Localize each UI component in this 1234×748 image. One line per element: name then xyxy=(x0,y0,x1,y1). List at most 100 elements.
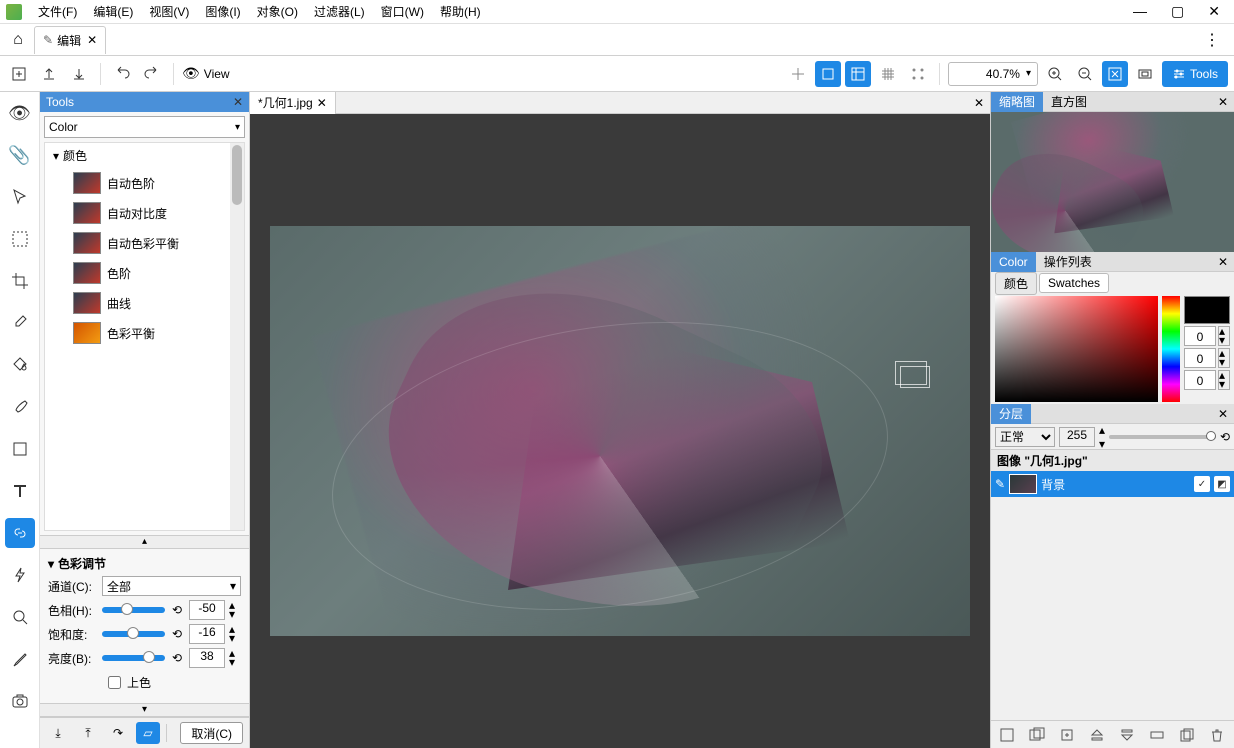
layer-lock-icon[interactable]: ◩ xyxy=(1214,476,1230,492)
window-minimize-icon[interactable]: — xyxy=(1133,3,1147,20)
overflow-menu-icon[interactable]: ⋮ xyxy=(1194,30,1230,50)
delete-layer-icon[interactable] xyxy=(1207,725,1227,745)
b-input[interactable]: 0 xyxy=(1184,370,1216,390)
cancel-button[interactable]: 取消(C) xyxy=(180,722,243,744)
menu-view[interactable]: 视图(V) xyxy=(141,1,197,22)
text-tool-icon[interactable] xyxy=(5,476,35,506)
pointer-tool-icon[interactable] xyxy=(5,182,35,212)
close-icon[interactable]: ✕ xyxy=(968,96,990,110)
panel-collapse-icon[interactable]: ▴ xyxy=(40,535,249,549)
reset-icon[interactable]: ⟲ xyxy=(169,651,185,665)
view-label[interactable]: View xyxy=(204,67,230,81)
close-icon[interactable]: ✕ xyxy=(1212,255,1234,269)
menu-filter[interactable]: 过滤器(L) xyxy=(306,1,373,22)
reset-icon[interactable]: ⟲ xyxy=(1220,430,1230,444)
opacity-slider[interactable] xyxy=(1109,435,1216,439)
brightness-value-input[interactable]: 38 xyxy=(189,648,225,668)
menu-edit[interactable]: 编辑(E) xyxy=(85,1,141,22)
list-item[interactable]: 自动色彩平衡 xyxy=(45,228,244,258)
close-icon[interactable]: ✕ xyxy=(233,95,243,109)
document-tab[interactable]: *几何1.jpg ✕ xyxy=(250,92,336,114)
move-down-icon[interactable] xyxy=(1117,725,1137,745)
add-group-icon[interactable] xyxy=(1027,725,1047,745)
menu-image[interactable]: 图像(I) xyxy=(197,1,248,22)
redo-icon[interactable]: ↷ xyxy=(106,722,130,744)
panel-collapse-icon[interactable]: ▾ xyxy=(40,703,249,717)
zoom-select[interactable]: 40.7% ▾ xyxy=(948,62,1038,86)
close-icon[interactable]: ✕ xyxy=(1212,95,1234,109)
actual-size-icon[interactable] xyxy=(1132,61,1158,87)
crop-tool-icon[interactable] xyxy=(5,266,35,296)
menu-help[interactable]: 帮助(H) xyxy=(432,1,489,22)
ruler-icon[interactable] xyxy=(785,61,811,87)
import-icon[interactable] xyxy=(66,61,92,87)
tab-actions[interactable]: 操作列表 xyxy=(1036,252,1100,272)
camera-tool-icon[interactable] xyxy=(5,686,35,716)
marquee-tool-icon[interactable] xyxy=(5,224,35,254)
brush-tool-icon[interactable] xyxy=(5,392,35,422)
list-item[interactable]: 自动对比度 xyxy=(45,198,244,228)
close-icon[interactable]: ✕ xyxy=(317,96,327,110)
menu-file[interactable]: 文件(F) xyxy=(30,1,85,22)
hue-bar[interactable] xyxy=(1162,296,1180,402)
import-icon[interactable]: ⤒ xyxy=(76,722,100,744)
hue-value-input[interactable]: -50 xyxy=(189,600,225,620)
thumbnail-preview[interactable] xyxy=(991,112,1234,252)
brightness-slider[interactable] xyxy=(102,655,165,661)
lightning-tool-icon[interactable] xyxy=(5,560,35,590)
r-stepper[interactable]: ▴▾ xyxy=(1218,326,1230,346)
new-icon[interactable] xyxy=(6,61,32,87)
window-close-icon[interactable]: ✕ xyxy=(1208,3,1220,20)
tools-toggle-button[interactable]: Tools xyxy=(1162,61,1228,87)
tab-histogram[interactable]: 直方图 xyxy=(1043,92,1095,112)
reset-icon[interactable]: ⟲ xyxy=(169,627,185,641)
zoom-tool-icon[interactable] xyxy=(5,602,35,632)
copy-layer-icon[interactable] xyxy=(1177,725,1197,745)
brightness-stepper[interactable]: ▴▾ xyxy=(229,649,241,667)
b-stepper[interactable]: ▴▾ xyxy=(1218,370,1230,390)
close-icon[interactable]: ✕ xyxy=(87,33,97,47)
opacity-input[interactable]: 255 xyxy=(1059,427,1095,447)
list-item[interactable]: 色彩平衡 xyxy=(45,318,244,348)
crop-icon[interactable] xyxy=(815,61,841,87)
saturation-value-picker[interactable] xyxy=(995,296,1158,402)
hue-slider[interactable] xyxy=(102,607,165,613)
duplicate-layer-icon[interactable] xyxy=(1057,725,1077,745)
g-input[interactable]: 0 xyxy=(1184,348,1216,368)
layer-visible-checkbox[interactable]: ✓ xyxy=(1194,476,1210,492)
eyedropper-tool-icon[interactable] xyxy=(5,308,35,338)
window-maximize-icon[interactable]: ▢ xyxy=(1171,3,1184,20)
pen-tool-icon[interactable] xyxy=(5,644,35,674)
menu-window[interactable]: 窗口(W) xyxy=(373,1,432,22)
link-tool-icon[interactable] xyxy=(5,518,35,548)
redo-icon[interactable] xyxy=(139,61,165,87)
saturation-stepper[interactable]: ▴▾ xyxy=(229,625,241,643)
list-item[interactable]: 色阶 xyxy=(45,258,244,288)
list-item[interactable]: 自动色阶 xyxy=(45,168,244,198)
fit-screen-icon[interactable] xyxy=(1102,61,1128,87)
blend-mode-select[interactable]: 正常 xyxy=(995,427,1055,447)
expand-icon[interactable] xyxy=(845,61,871,87)
colorize-checkbox[interactable] xyxy=(108,676,121,689)
tab-layers[interactable]: 分层 xyxy=(991,404,1031,424)
opacity-stepper[interactable]: ▴▾ xyxy=(1099,423,1105,451)
tools-category-select[interactable]: Color ▾ xyxy=(44,116,245,138)
reset-icon[interactable]: ⟲ xyxy=(169,603,185,617)
apply-icon[interactable]: ▱ xyxy=(136,722,160,744)
g-stepper[interactable]: ▴▾ xyxy=(1218,348,1230,368)
tab-color[interactable]: Color xyxy=(991,252,1036,272)
scrollbar[interactable] xyxy=(230,143,244,530)
snap-icon[interactable] xyxy=(905,61,931,87)
close-icon[interactable]: ✕ xyxy=(1212,407,1234,421)
bucket-tool-icon[interactable] xyxy=(5,350,35,380)
eye-tool-icon[interactable]: 👁 xyxy=(5,98,35,128)
rectangle-tool-icon[interactable] xyxy=(5,434,35,464)
export-icon[interactable] xyxy=(36,61,62,87)
saturation-value-input[interactable]: -16 xyxy=(189,624,225,644)
home-icon[interactable]: ⌂ xyxy=(4,31,32,49)
menu-object[interactable]: 对象(O) xyxy=(249,1,306,22)
channel-select[interactable]: 全部▾ xyxy=(102,576,241,596)
attachment-tool-icon[interactable]: 📎 xyxy=(5,140,35,170)
grid-icon[interactable] xyxy=(875,61,901,87)
list-item[interactable]: 曲线 xyxy=(45,288,244,318)
